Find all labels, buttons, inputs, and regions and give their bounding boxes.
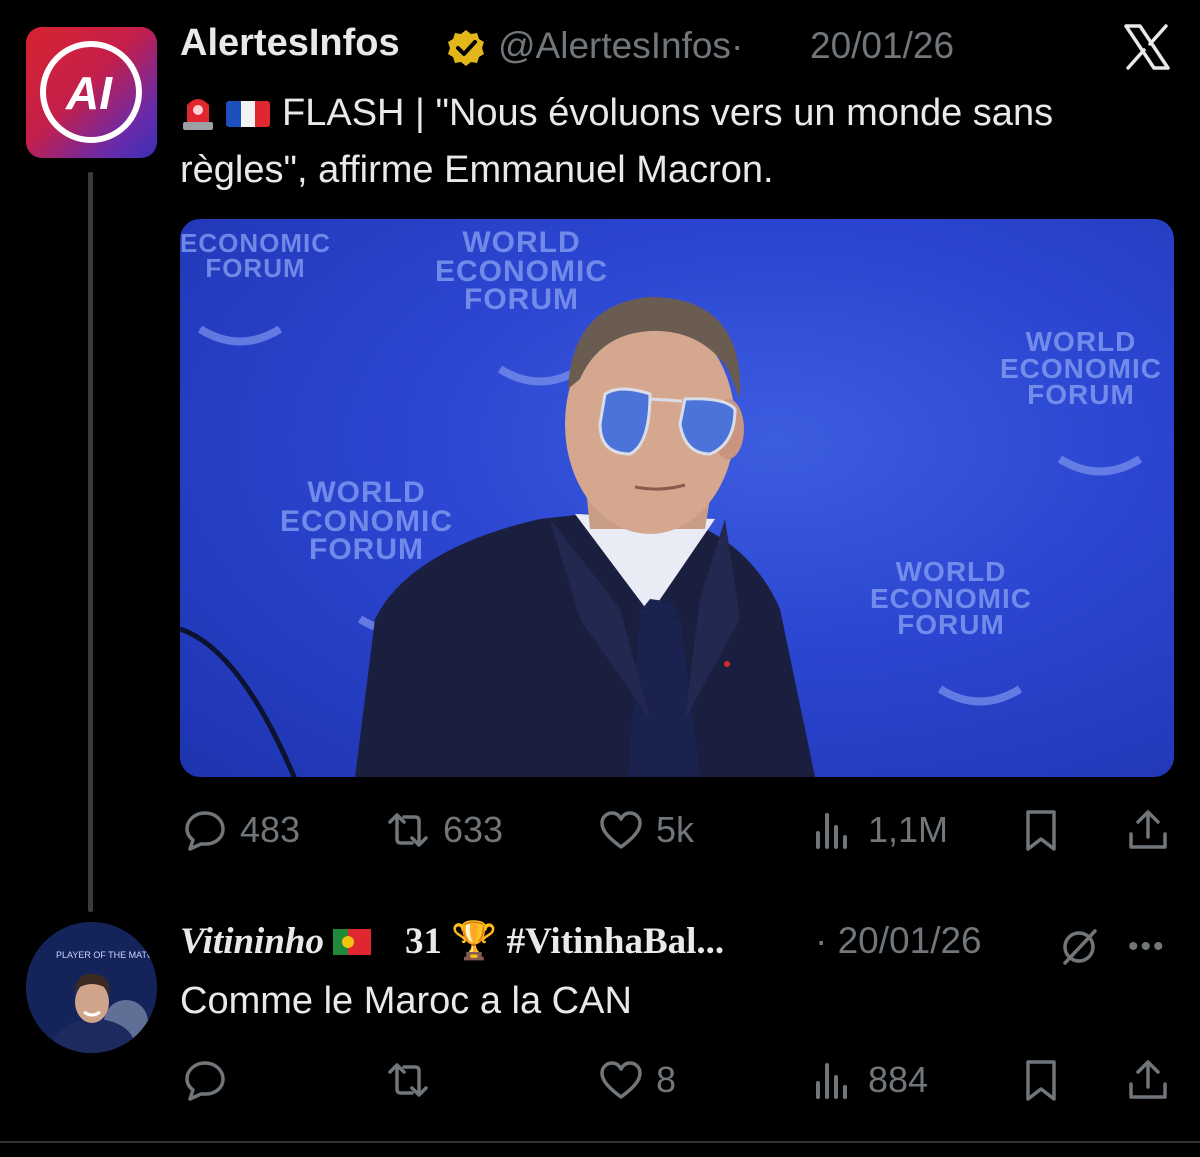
like-icon <box>600 811 642 849</box>
reply-icon <box>185 1061 225 1101</box>
reply-button[interactable] <box>182 1050 240 1110</box>
share-button[interactable] <box>1125 800 1183 860</box>
reply-actions: 8 884 <box>180 1050 1174 1110</box>
bookmark-icon <box>1026 1060 1056 1101</box>
handle-text: @AlertesInfos <box>498 25 731 66</box>
views-button[interactable]: 1,1M <box>810 800 948 860</box>
verified-badge-icon[interactable] <box>446 28 486 68</box>
separator-dot: · <box>730 25 744 66</box>
repost-icon <box>388 1063 428 1097</box>
grok-icon[interactable] <box>1057 925 1101 969</box>
reply-author-name-text: Vitininho <box>180 921 324 962</box>
thread-line <box>88 172 93 912</box>
bookmark-icon <box>1026 810 1056 851</box>
siren-icon <box>183 99 213 130</box>
share-button[interactable] <box>1125 1050 1183 1110</box>
separator-dot: · <box>815 920 828 961</box>
bookmark-button[interactable] <box>1018 800 1076 860</box>
views-count: 884 <box>868 1059 929 1100</box>
repost-icon <box>388 813 428 847</box>
tweet-actions: 483 633 5k 1,1M <box>180 800 1174 860</box>
repost-count: 633 <box>443 809 504 850</box>
share-icon <box>1129 810 1167 849</box>
reply-icon <box>185 811 225 851</box>
views-icon <box>816 1063 847 1099</box>
reply-date-text: 20/01/26 <box>837 920 982 961</box>
tweet-body: FLASH | "Nous évoluons vers un monde san… <box>180 92 1054 191</box>
x-logo-icon[interactable] <box>1122 22 1172 72</box>
like-icon <box>600 1061 642 1099</box>
reply-author-avatar[interactable]: PLAYER OF THE MATCH <box>26 922 157 1053</box>
tweet-image[interactable]: ECONOMIC FORUM WORLD ECONOMIC FORUM WORLD EC… <box>180 219 1174 777</box>
share-icon <box>1129 1060 1167 1099</box>
reply-button[interactable]: 483 <box>182 800 300 860</box>
divider <box>0 1141 1200 1143</box>
like-button[interactable]: 5k <box>598 800 694 860</box>
bookmark-button[interactable] <box>1018 1050 1076 1110</box>
reply-date[interactable]: · 20/01/26 <box>815 920 982 962</box>
views-count: 1,1M <box>868 809 949 850</box>
like-button[interactable]: 8 <box>598 1050 676 1110</box>
author-handle[interactable]: @AlertesInfos· <box>498 25 743 67</box>
reply-count: 483 <box>240 809 301 850</box>
views-icon <box>816 813 847 849</box>
like-count: 8 <box>656 1059 677 1100</box>
avatar-caption: PLAYER OF THE MATCH <box>56 950 157 960</box>
tweet-text: FLASH | "Nous évoluons vers un monde san… <box>180 85 1160 199</box>
macron-photo <box>180 297 1143 777</box>
repost-button[interactable] <box>385 1050 443 1110</box>
reply-author-name[interactable]: Vitininho <box>180 920 372 963</box>
alertesinfos-logo-icon: AI <box>40 41 142 143</box>
author-name[interactable]: AlertesInfos <box>180 22 400 65</box>
tweet-date[interactable]: 20/01/26 <box>810 25 954 67</box>
reply-text: Comme le Maroc a la CAN <box>180 980 632 1022</box>
more-icon[interactable]: ••• <box>1128 930 1166 964</box>
france-flag-icon <box>226 101 270 127</box>
avatar-photo: PLAYER OF THE MATCH <box>26 922 157 1053</box>
portugal-flag-icon <box>333 929 372 955</box>
like-count: 5k <box>656 809 695 850</box>
avatar-text: AI <box>65 67 113 119</box>
views-button[interactable]: 884 <box>810 1050 928 1110</box>
reply-author-name-rest[interactable]: 31 🏆 #VitinhaBal... <box>405 920 724 963</box>
repost-button[interactable]: 633 <box>385 800 503 860</box>
author-avatar[interactable]: AI <box>26 27 157 158</box>
